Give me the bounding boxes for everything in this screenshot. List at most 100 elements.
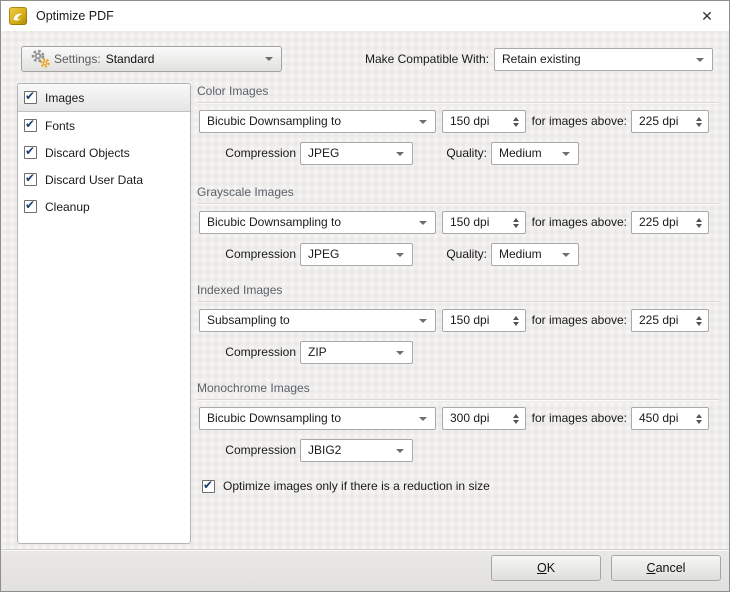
compression-value: JPEG: [308, 146, 340, 160]
gears-icon: [30, 49, 52, 69]
color-above-spinner[interactable]: 225 dpi: [631, 110, 709, 133]
chevron-down-icon: [419, 318, 427, 323]
above-value: 225 dpi: [639, 215, 679, 229]
spinner-arrows-icon[interactable]: [696, 217, 702, 228]
cancel-button[interactable]: Cancel: [611, 555, 721, 581]
chevron-down-icon: [396, 252, 404, 257]
sidebar-item-label: Fonts: [45, 118, 76, 133]
check-icon: ✔: [25, 117, 36, 131]
grayscale-dpi-spinner[interactable]: 150 dpi: [442, 211, 526, 234]
monochrome-dpi-spinner[interactable]: 300 dpi: [442, 407, 526, 430]
images-checkbox[interactable]: ✔: [24, 89, 37, 104]
sidebar-item-images[interactable]: ✔ Images: [18, 84, 190, 112]
grayscale-compression-select[interactable]: JPEG: [300, 243, 413, 266]
compression-value: ZIP: [308, 345, 327, 359]
compression-label: Compression: [225, 345, 296, 359]
chevron-down-icon: [419, 119, 427, 124]
ok-button[interactable]: OK: [491, 555, 601, 581]
grayscale-quality-select[interactable]: Medium: [491, 243, 579, 266]
spinner-arrows-icon[interactable]: [513, 315, 519, 326]
chevron-down-icon: [562, 252, 570, 257]
quality-value: Medium: [499, 247, 542, 261]
compat-label: Make Compatible With:: [364, 52, 489, 66]
quality-label: Quality:: [446, 146, 487, 160]
dpi-value: 150 dpi: [450, 313, 490, 327]
chevron-down-icon: [419, 416, 427, 421]
close-icon: ✕: [701, 7, 713, 24]
spinner-arrows-icon[interactable]: [696, 116, 702, 127]
above-value: 225 dpi: [639, 313, 679, 327]
spinner-arrows-icon[interactable]: [513, 116, 519, 127]
chevron-down-icon: [265, 57, 273, 61]
compat-value: Retain existing: [502, 52, 581, 66]
discard-objects-checkbox[interactable]: ✔: [24, 144, 37, 159]
section-color-images: Color Images Bicubic Downsampling to 150…: [197, 84, 719, 174]
settings-label: Settings:: [54, 52, 101, 66]
downsample-value: Subsampling to: [207, 313, 290, 327]
monochrome-downsample-select[interactable]: Bicubic Downsampling to: [199, 407, 436, 430]
chevron-down-icon: [696, 57, 704, 62]
indexed-downsample-select[interactable]: Subsampling to: [199, 309, 436, 332]
dpi-value: 150 dpi: [450, 114, 490, 128]
optimize-if-smaller-label: Optimize images only if there is a reduc…: [223, 479, 490, 493]
spinner-arrows-icon[interactable]: [513, 217, 519, 228]
color-dpi-spinner[interactable]: 150 dpi: [442, 110, 526, 133]
above-label: for images above:: [531, 114, 627, 128]
downsample-value: Bicubic Downsampling to: [207, 114, 342, 128]
sidebar-item-label: Discard Objects: [45, 145, 130, 160]
sidebar-item-cleanup[interactable]: ✔ Cleanup: [18, 193, 190, 220]
sidebar-item-fonts[interactable]: ✔ Fonts: [18, 112, 190, 139]
sidebar-item-label: Cleanup: [45, 199, 90, 214]
divider: [197, 399, 719, 401]
chevron-down-icon: [396, 448, 404, 453]
downsample-value: Bicubic Downsampling to: [207, 215, 342, 229]
optimize-if-smaller-checkbox[interactable]: ✔: [202, 477, 215, 493]
compression-label: Compression: [225, 443, 296, 457]
section-title: Color Images: [197, 84, 269, 98]
above-label: for images above:: [531, 411, 627, 425]
compat-select[interactable]: Retain existing: [494, 48, 713, 71]
title-bar: Optimize PDF ✕: [1, 1, 729, 31]
chevron-down-icon: [562, 151, 570, 156]
color-compression-select[interactable]: JPEG: [300, 142, 413, 165]
indexed-above-spinner[interactable]: 225 dpi: [631, 309, 709, 332]
chevron-down-icon: [419, 220, 427, 225]
grayscale-downsample-select[interactable]: Bicubic Downsampling to: [199, 211, 436, 234]
check-icon: ✔: [25, 198, 36, 212]
sidebar-item-discard-objects[interactable]: ✔ Discard Objects: [18, 139, 190, 166]
section-monochrome-images: Monochrome Images Bicubic Downsampling t…: [197, 381, 719, 471]
spinner-arrows-icon[interactable]: [696, 413, 702, 424]
color-downsample-select[interactable]: Bicubic Downsampling to: [199, 110, 436, 133]
grayscale-above-spinner[interactable]: 225 dpi: [631, 211, 709, 234]
fonts-checkbox[interactable]: ✔: [24, 117, 37, 132]
check-icon: ✔: [25, 144, 36, 158]
section-grayscale-images: Grayscale Images Bicubic Downsampling to…: [197, 185, 719, 275]
above-label: for images above:: [531, 313, 627, 327]
dpi-value: 150 dpi: [450, 215, 490, 229]
optimize-if-smaller-option[interactable]: ✔ Optimize images only if there is a red…: [202, 477, 490, 493]
check-icon: ✔: [203, 477, 214, 492]
monochrome-compression-select[interactable]: JBIG2: [300, 439, 413, 462]
sidebar-item-discard-user-data[interactable]: ✔ Discard User Data: [18, 166, 190, 193]
quality-label: Quality:: [446, 247, 487, 261]
indexed-dpi-spinner[interactable]: 150 dpi: [442, 309, 526, 332]
compression-label: Compression: [225, 146, 296, 160]
divider: [197, 102, 719, 104]
above-label: for images above:: [531, 215, 627, 229]
settings-value: Standard: [105, 52, 155, 66]
indexed-compression-select[interactable]: ZIP: [300, 341, 413, 364]
close-button[interactable]: ✕: [685, 1, 729, 31]
optimize-pdf-dialog: Optimize PDF ✕ Settings: Standard Make C…: [0, 0, 730, 592]
color-quality-select[interactable]: Medium: [491, 142, 579, 165]
monochrome-above-spinner[interactable]: 450 dpi: [631, 407, 709, 430]
sidebar-item-label: Images: [45, 90, 85, 105]
chevron-down-icon: [396, 151, 404, 156]
check-icon: ✔: [25, 171, 36, 185]
quality-value: Medium: [499, 146, 542, 160]
footer-bar: OK Cancel: [1, 549, 729, 591]
settings-preset-dropdown[interactable]: Settings: Standard: [21, 46, 282, 72]
spinner-arrows-icon[interactable]: [696, 315, 702, 326]
spinner-arrows-icon[interactable]: [513, 413, 519, 424]
discard-user-data-checkbox[interactable]: ✔: [24, 171, 37, 186]
cleanup-checkbox[interactable]: ✔: [24, 198, 37, 213]
